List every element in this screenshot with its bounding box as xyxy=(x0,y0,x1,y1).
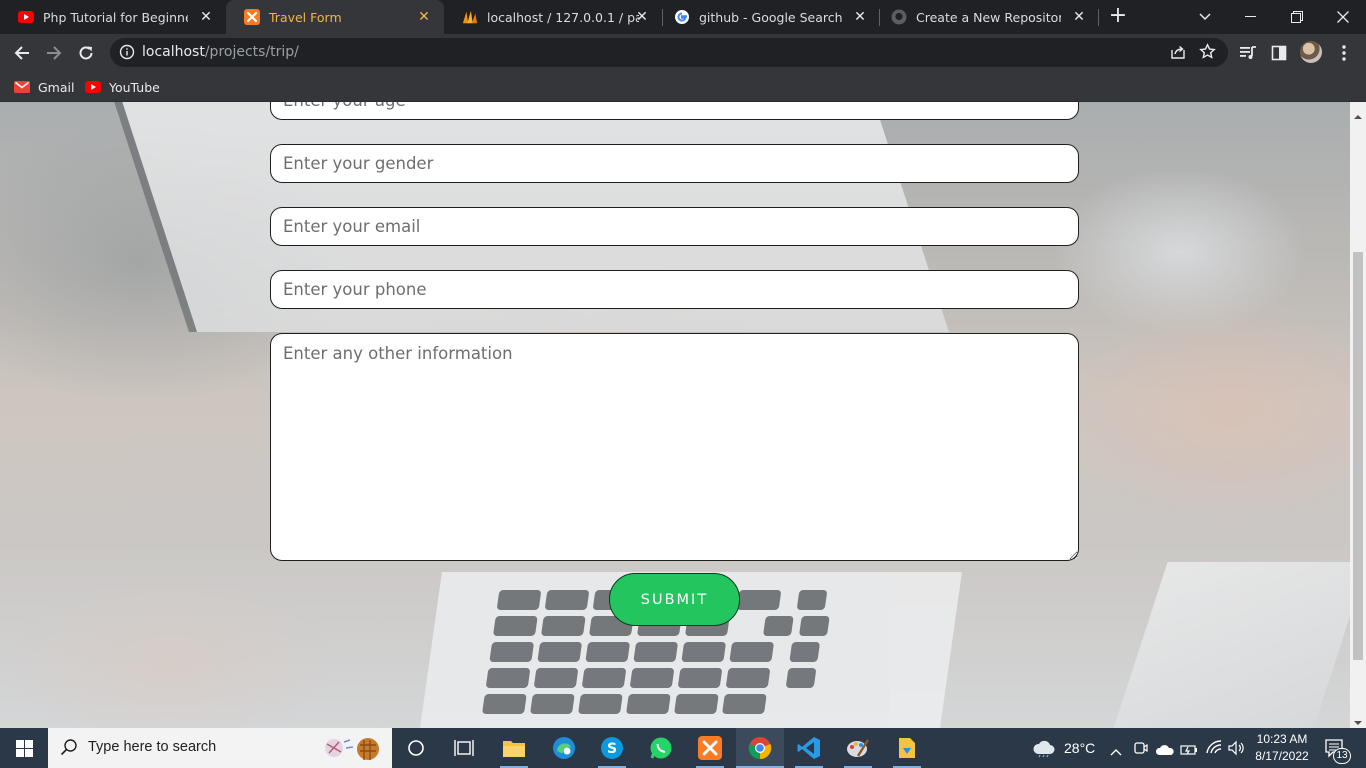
whatsapp-icon[interactable] xyxy=(637,728,685,768)
forward-arrow-icon[interactable] xyxy=(41,40,67,66)
tab-title: Create a New Repository xyxy=(916,9,1061,25)
tab-title: Php Tutorial for Beginners in xyxy=(43,9,188,25)
scrollbar-thumb[interactable] xyxy=(1353,252,1363,660)
task-view-icon[interactable] xyxy=(440,728,488,768)
meet-now-icon[interactable] xyxy=(1134,740,1148,760)
url-text[interactable]: localhost/projects/trip/ xyxy=(142,44,299,60)
tab-strip: Php Tutorial for Beginners in ✕ Travel F… xyxy=(0,0,1366,34)
close-tab-icon[interactable]: ✕ xyxy=(416,9,432,25)
chrome-menu-icon[interactable] xyxy=(1331,40,1357,66)
other-info-textarea[interactable] xyxy=(270,333,1079,561)
google-icon xyxy=(674,9,690,25)
submit-button[interactable]: SUBMIT xyxy=(609,573,740,626)
xampp-icon[interactable] xyxy=(686,728,734,768)
url-host: localhost xyxy=(142,44,205,60)
files-icon[interactable] xyxy=(883,728,931,768)
tab-title: localhost / 127.0.0.1 / pak_to xyxy=(487,9,639,25)
new-tab-button[interactable]: + xyxy=(1106,5,1130,29)
gmail-icon xyxy=(14,80,30,94)
onedrive-icon[interactable] xyxy=(1155,741,1175,760)
reload-icon[interactable] xyxy=(73,40,99,66)
tab-github-new-repo[interactable]: Create a New Repository ✕ xyxy=(873,0,1099,34)
tab-search-chevron-icon[interactable] xyxy=(1182,0,1228,34)
youtube-icon xyxy=(85,80,101,94)
age-input[interactable] xyxy=(270,102,1079,120)
github-icon xyxy=(891,9,907,25)
tab-separator xyxy=(1098,9,1099,26)
cloudy-icon[interactable] xyxy=(1032,738,1056,762)
bookmark-gmail[interactable]: Gmail xyxy=(14,77,74,97)
battery-icon[interactable] xyxy=(1180,741,1198,760)
chrome-icon[interactable] xyxy=(736,728,784,768)
page-scrollbar[interactable] xyxy=(1350,102,1366,728)
gender-input[interactable] xyxy=(270,144,1079,183)
email-input[interactable] xyxy=(270,207,1079,246)
volume-icon[interactable] xyxy=(1228,740,1246,760)
page-viewport: SUBMIT xyxy=(0,102,1350,728)
url-path: /projects/trip/ xyxy=(204,44,299,60)
tray-chevron-up-icon[interactable] xyxy=(1110,741,1122,760)
site-info-icon[interactable] xyxy=(119,44,135,60)
close-tab-icon[interactable]: ✕ xyxy=(198,9,214,25)
phone-input[interactable] xyxy=(270,270,1079,309)
tab-travel-form[interactable]: Travel Form ✕ xyxy=(226,0,444,34)
close-tab-icon[interactable]: ✕ xyxy=(1071,9,1087,25)
minimize-button[interactable] xyxy=(1228,0,1274,34)
notification-count-badge: 13 xyxy=(1333,748,1351,764)
svg-text:S: S xyxy=(607,741,617,757)
edge-icon[interactable] xyxy=(540,728,588,768)
skype-icon[interactable]: S xyxy=(588,728,636,768)
tab-phpmyadmin[interactable]: localhost / 127.0.0.1 / pak_to ✕ xyxy=(444,0,662,34)
close-tab-icon[interactable]: ✕ xyxy=(852,9,868,25)
search-icon xyxy=(60,738,78,760)
close-window-button[interactable] xyxy=(1320,0,1366,34)
close-tab-icon[interactable]: ✕ xyxy=(634,9,650,25)
tab-title: github - Google Search xyxy=(699,9,843,25)
profile-avatar[interactable] xyxy=(1300,41,1322,63)
bookmark-youtube[interactable]: YouTube xyxy=(85,77,160,97)
taskbar-search-placeholder: Type here to search xyxy=(88,739,217,755)
scroll-down-arrow-icon[interactable] xyxy=(1353,713,1363,725)
restore-button[interactable] xyxy=(1274,0,1320,34)
browser-toolbar: localhost/projects/trip/ xyxy=(0,34,1366,71)
cortana-icon[interactable] xyxy=(392,728,440,768)
bookmark-label: YouTube xyxy=(109,79,160,95)
windows-taskbar: Type here to search S 28°C 10:23 AM 8/17… xyxy=(0,728,1366,768)
phpmyadmin-icon xyxy=(462,9,478,25)
taskbar-search-box[interactable]: Type here to search xyxy=(48,728,392,768)
bookmarks-bar: Gmail YouTube xyxy=(0,71,1366,102)
vscode-icon[interactable] xyxy=(785,728,833,768)
tab-title: Travel Form xyxy=(269,9,342,25)
side-panel-icon[interactable] xyxy=(1266,40,1292,66)
bookmark-label: Gmail xyxy=(38,79,75,95)
scroll-up-arrow-icon[interactable] xyxy=(1353,107,1363,119)
search-highlight-icon xyxy=(320,732,384,764)
youtube-icon xyxy=(18,9,34,25)
xampp-icon xyxy=(244,9,260,25)
file-explorer-icon[interactable] xyxy=(490,728,538,768)
tab-php-tutorial[interactable]: Php Tutorial for Beginners in ✕ xyxy=(0,0,226,34)
windows-start-icon[interactable] xyxy=(0,728,48,768)
address-bar[interactable]: localhost/projects/trip/ xyxy=(110,38,1228,67)
weather-temperature[interactable]: 28°C xyxy=(1064,740,1095,756)
paint-icon[interactable] xyxy=(834,728,882,768)
share-icon[interactable] xyxy=(1170,44,1186,64)
clock-time[interactable]: 10:23 AM xyxy=(1256,732,1308,746)
clock-date[interactable]: 8/17/2022 xyxy=(1251,749,1313,763)
back-arrow-icon[interactable] xyxy=(9,40,35,66)
tab-google-search[interactable]: github - Google Search ✕ xyxy=(656,0,880,34)
wifi-icon[interactable] xyxy=(1205,739,1223,759)
media-queue-icon[interactable] xyxy=(1235,40,1261,66)
bookmark-star-icon[interactable] xyxy=(1199,43,1216,64)
